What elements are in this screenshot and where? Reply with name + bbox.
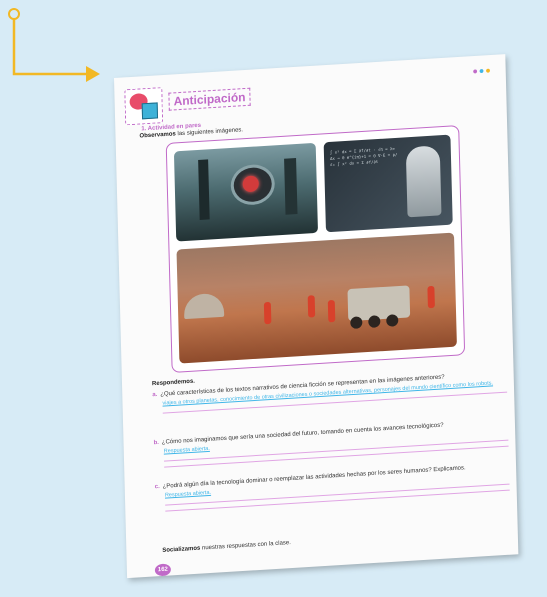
textbook-page: ●●● Anticipación 1. Actividad en pares O… (114, 54, 519, 579)
socialize-instruction: Socializamos nuestras respuestas con la … (162, 540, 291, 554)
question-c: c. ¿Podrá algún día la tecnología dominar… (155, 463, 510, 513)
camera-icon (230, 163, 276, 207)
robot-figure (405, 145, 442, 218)
page-number: 162 (154, 563, 172, 577)
question-a: a. ¿Qué características de los textos nar… (152, 371, 508, 415)
image-gallery: ∫ x² dx = Σ ∂f/∂t · √π ≈ λ∞ Δx → 0 e^{iπ… (165, 125, 466, 374)
question-b: b. ¿Cómo nos imaginamos que sería una soc… (153, 419, 509, 469)
respond-label: Respondemos. (151, 378, 196, 388)
connector-arrow (8, 8, 100, 82)
surveillance-city-image (173, 142, 319, 242)
section-icon (124, 87, 164, 126)
decorative-dots: ●●● (472, 64, 492, 77)
book-icon (141, 102, 159, 120)
robot-blackboard-image: ∫ x² dx = Σ ∂f/∂t · √π ≈ λ∞ Δx → 0 e^{iπ… (323, 134, 453, 233)
mars-colony-image (176, 232, 457, 364)
section-title: Anticipación (168, 87, 251, 111)
